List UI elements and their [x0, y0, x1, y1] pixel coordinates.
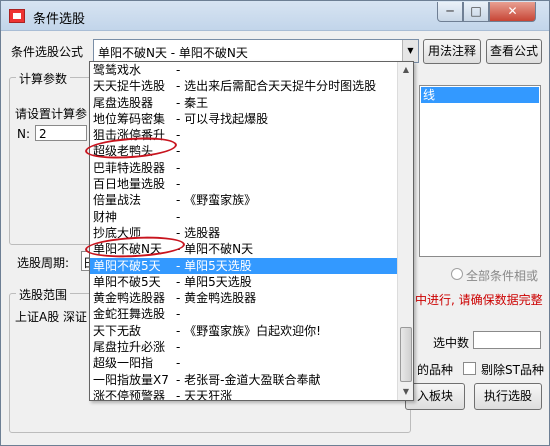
dropdown-item[interactable]: 单阳不破5天 - 单阳5天选股	[90, 274, 398, 290]
description-selected-line: 线	[421, 87, 539, 103]
formula-description-box[interactable]: 线	[419, 85, 541, 257]
dropdown-item-name: 天下无敌	[93, 323, 142, 338]
formula-selected-value: 单阳不破N天 - 单阳不破N天	[98, 46, 248, 60]
dropdown-item[interactable]: 尾盘选股器 - 秦王	[90, 95, 398, 111]
dropdown-item-name: 地位筹码密集	[93, 111, 166, 126]
dropdown-item[interactable]: 地位筹码密集 - 可以寻找起爆股	[90, 111, 398, 127]
dropdown-item-name: 财神	[93, 209, 118, 224]
n-label: N:	[17, 127, 31, 141]
dropdown-item[interactable]: 尾盘拉升必涨 -	[90, 339, 398, 355]
dropdown-item-name: 单阳不破5天	[93, 274, 161, 289]
dropdown-item-description: - 《野蛮家族》	[176, 193, 257, 208]
dropdown-item[interactable]: 一阳指放量X7 - 老张哥-金道大盈联合奉献	[90, 372, 398, 388]
title-bar: 条件选股 ─ □ ✕	[1, 1, 549, 31]
dropdown-scrollbar[interactable]: ▲ ▼	[397, 62, 413, 400]
exclude-st-label: 剔除ST品种	[481, 363, 544, 377]
app-icon	[9, 9, 25, 23]
window-title: 条件选股	[33, 12, 86, 27]
dropdown-item-name: 尾盘拉升必涨	[93, 340, 166, 355]
condition-stock-selection-window: 条件选股 ─ □ ✕ 条件选股公式 单阳不破N天 - 单阳不破N天 ▼ 用法注释…	[0, 0, 550, 446]
dropdown-item[interactable]: 单阳不破5天 - 单阳5天选股	[90, 257, 398, 274]
dropdown-item-name: 百日地量选股	[93, 177, 166, 192]
dropdown-item[interactable]: 黄金鸭选股器 - 黄金鸭选股器	[90, 290, 398, 306]
dropdown-item-description: -	[176, 177, 181, 192]
dropdown-item[interactable]: 金蛇狂舞选股 -	[90, 306, 398, 322]
execute-selection-button[interactable]: 执行选股	[474, 383, 542, 410]
dropdown-item-description: -	[176, 340, 181, 355]
dropdown-item-description: -	[176, 128, 181, 143]
dropdown-item[interactable]: 涨不停预警器 - 天天狂涨	[90, 388, 398, 401]
dropdown-item-description: - 单阳不破N天	[176, 242, 254, 257]
dropdown-item[interactable]: 巴菲特选股器 -	[90, 160, 398, 176]
dropdown-items: 鹭鸶戏水 - 天天捉牛选股 - 选出来后需配合天天捉牛分时图选股 尾盘选股器 - 秦王 地位…	[90, 62, 398, 401]
formula-label: 条件选股公式	[11, 45, 84, 59]
selected-count-label: 选中数	[433, 336, 470, 350]
dropdown-item-description: - 老张哥-金道大盈联合奉献	[176, 372, 321, 387]
dropdown-item[interactable]: 财神 -	[90, 209, 398, 225]
dropdown-item-name: 黄金鸭选股器	[93, 291, 166, 306]
all-conditions-or-label: 全部条件相或	[466, 269, 539, 283]
dropdown-item-description: - 单阳5天选股	[176, 258, 252, 273]
scope-group-title: 选股范围	[16, 286, 71, 303]
dropdown-item-description: -	[176, 307, 181, 322]
stock-type-label: 的品种	[417, 363, 454, 377]
scope-markets: 上证A股 深证	[15, 310, 88, 324]
dropdown-item-name: 单阳不破5天	[93, 258, 161, 273]
dropdown-item-name: 尾盘选股器	[93, 95, 154, 110]
dropdown-item-description: -	[176, 209, 181, 224]
dropdown-item[interactable]: 百日地量选股 -	[90, 176, 398, 192]
all-conditions-or-radio[interactable]	[451, 268, 463, 280]
dropdown-item[interactable]: 超级一阳指 -	[90, 355, 398, 371]
dropdown-item-description: - 《野蛮家族》白起欢迎你!	[176, 323, 321, 338]
dropdown-item-description: - 选股器	[176, 225, 221, 240]
data-warning-text: 中进行, 请确保数据完整	[415, 293, 543, 307]
dropdown-item-description: -	[176, 356, 181, 371]
dropdown-item[interactable]: 倍量战法 - 《野蛮家族》	[90, 192, 398, 208]
dropdown-item-description: - 黄金鸭选股器	[176, 291, 257, 306]
period-label: 选股周期:	[17, 256, 70, 270]
minimize-button[interactable]: ─	[437, 2, 463, 22]
params-group-title: 计算参数	[16, 70, 71, 87]
dropdown-item-description: -	[176, 63, 181, 77]
dropdown-item-description: - 秦王	[176, 95, 209, 110]
dropdown-item-name: 倍量战法	[93, 193, 142, 208]
dropdown-item-name: 巴菲特选股器	[93, 160, 166, 175]
n-input[interactable]: 2	[35, 125, 87, 141]
formula-dropdown-list[interactable]: 鹭鸶戏水 - 天天捉牛选股 - 选出来后需配合天天捉牛分时图选股 尾盘选股器 - 秦王 地位…	[89, 61, 414, 401]
add-to-block-button[interactable]: 入板块	[405, 383, 465, 410]
usage-notes-button[interactable]: 用法注释	[423, 39, 481, 64]
view-formula-button[interactable]: 查看公式	[486, 39, 542, 64]
exclude-st-checkbox[interactable]	[463, 362, 476, 375]
dropdown-item-description: -	[176, 160, 181, 175]
maximize-button[interactable]: □	[463, 2, 489, 22]
dropdown-item[interactable]: 鹭鸶戏水 -	[90, 62, 398, 78]
dropdown-item-name: 超级一阳指	[93, 356, 154, 371]
dropdown-item-name: 金蛇狂舞选股	[93, 307, 166, 322]
dropdown-item-description: - 单阳5天选股	[176, 274, 252, 289]
dropdown-item[interactable]: 天天捉牛选股 - 选出来后需配合天天捉牛分时图选股	[90, 78, 398, 94]
dropdown-item-name: 天天捉牛选股	[93, 79, 166, 94]
n-value: 2	[39, 127, 47, 141]
dropdown-item-name: 涨不停预警器	[93, 388, 166, 401]
dropdown-item-name: 鹭鸶戏水	[93, 63, 142, 77]
scroll-down-icon[interactable]: ▼	[398, 384, 413, 400]
scroll-up-icon[interactable]: ▲	[398, 62, 413, 78]
chevron-down-icon[interactable]: ▼	[402, 40, 418, 62]
dropdown-item-name: 一阳指放量X7	[93, 372, 169, 387]
dropdown-item[interactable]: 天下无敌 - 《野蛮家族》白起欢迎你!	[90, 323, 398, 339]
scrollbar-thumb[interactable]	[400, 327, 412, 382]
dropdown-item-description: - 天天狂涨	[176, 388, 233, 401]
params-hint: 请设置计算参	[15, 107, 88, 121]
dropdown-item-description: - 可以寻找起爆股	[176, 111, 269, 126]
formula-combobox[interactable]: 单阳不破N天 - 单阳不破N天 ▼	[93, 39, 419, 63]
selected-count-field	[473, 331, 541, 349]
close-button[interactable]: ✕	[489, 2, 536, 22]
dropdown-item-description: - 选出来后需配合天天捉牛分时图选股	[176, 79, 377, 94]
